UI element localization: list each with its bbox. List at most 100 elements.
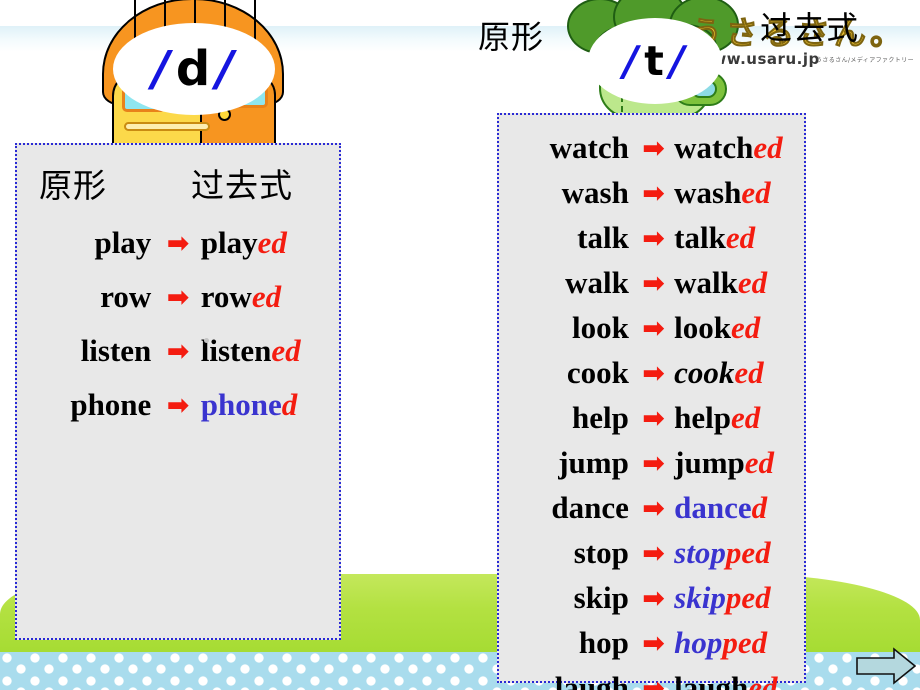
verb-base-form: help: [571, 400, 629, 435]
left-panel-column-headers: 原形 过去式: [17, 145, 339, 207]
verb-past-suffix: d: [281, 387, 298, 422]
left-verb-list: play ➡ played row ➡ rowed listen ➡ listened phone…: [17, 225, 339, 423]
verb-past-suffix: ed: [257, 225, 287, 260]
verb-past-form: rowed: [201, 279, 339, 315]
verb-past-stem: cook: [674, 355, 735, 390]
verb-past-stem: talk: [674, 220, 726, 255]
verb-past-suffix: ed: [753, 130, 783, 165]
phoneme-bubble-t: / t /: [588, 18, 722, 104]
verb-base-form: row: [100, 279, 152, 314]
right-arrow-icon: ➡: [642, 402, 665, 434]
verb-past-suffix: ed: [741, 175, 771, 210]
verb-base-form: cook: [566, 355, 629, 390]
verb-past-form: watched: [674, 130, 804, 166]
verb-base-form: skip: [573, 580, 629, 615]
verb-past-stem: stop: [674, 535, 726, 570]
right-arrow-icon: ➡: [642, 267, 665, 299]
verb-past-stem: skip: [674, 580, 726, 615]
right-arrow-icon: ➡: [642, 582, 665, 614]
verb-past-suffix: ed: [271, 333, 301, 368]
right-word-panel: watch ➡ watched wash ➡ washed talk ➡ talked walk ➡…: [497, 113, 806, 690]
verb-base-form: play: [94, 225, 152, 260]
verb-row: stop ➡ stopped: [499, 535, 804, 571]
right-arrow-icon: ➡: [642, 447, 665, 479]
watermark-credit: うさるさん/メディアファクトリー: [816, 57, 915, 64]
phoneme-letter: d: [175, 41, 213, 97]
verb-row: hop ➡ hopped: [499, 625, 804, 661]
verb-past-suffix: ed: [737, 265, 768, 300]
verb-past-suffix: ped: [725, 580, 771, 615]
verb-past-suffix: d: [751, 490, 768, 525]
verb-row: row ➡ rowed: [17, 279, 339, 315]
verb-past-stem: phone: [200, 387, 282, 422]
bus-bumper: [124, 122, 210, 131]
verb-row: help ➡ helped: [499, 400, 804, 436]
verb-past-form: stopped: [674, 535, 804, 571]
left-header-past-form: 过去式: [191, 166, 293, 205]
verb-past-suffix: ed: [748, 670, 778, 690]
verb-past-form: talked: [674, 220, 804, 256]
right-arrow-icon: ➡: [166, 335, 190, 367]
verb-base-form: hop: [578, 625, 629, 660]
left-header-base-form: 原形: [39, 166, 107, 205]
verb-base-form: dance: [551, 490, 629, 525]
verb-past-form: phoned: [201, 387, 339, 423]
verb-row: look ➡ looked: [499, 310, 804, 346]
verb-base-form: walk: [565, 265, 629, 300]
verb-row: jump ➡ jumped: [499, 445, 804, 481]
verb-row: talk ➡ talked: [499, 220, 804, 256]
verb-past-stem: listen: [200, 333, 272, 368]
verb-past-form: helped: [674, 400, 804, 436]
verb-row: wash ➡ washed: [499, 175, 804, 211]
verb-past-suffix: ed: [731, 400, 761, 435]
phoneme-bubble-d: / d /: [113, 23, 275, 115]
slash-right-icon: /: [216, 41, 236, 97]
slash-left-icon: /: [623, 37, 641, 85]
verb-past-form: looked: [674, 310, 804, 346]
verb-past-stem: play: [200, 225, 258, 260]
verb-past-stem: watch: [674, 130, 754, 165]
verb-past-stem: hop: [674, 625, 723, 660]
phoneme-letter: t: [644, 37, 666, 85]
right-arrow-icon: ➡: [642, 132, 665, 164]
verb-row: listen ➡ listened: [17, 333, 339, 369]
right-arrow-icon: ➡: [166, 227, 190, 259]
right-arrow-icon: ➡: [642, 672, 665, 690]
verb-past-form: skipped: [674, 580, 804, 616]
verb-row: laugh ➡ laughed: [499, 670, 804, 690]
verb-past-suffix: ped: [725, 535, 771, 570]
right-arrow-icon: ➡: [642, 222, 665, 254]
verb-row: walk ➡ walked: [499, 265, 804, 301]
verb-base-form: laugh: [554, 670, 629, 690]
verb-past-form: listened: [201, 333, 339, 369]
verb-base-form: phone: [70, 387, 152, 422]
verb-base-form: jump: [558, 445, 629, 480]
right-verb-list: watch ➡ watched wash ➡ washed talk ➡ talked walk ➡…: [499, 115, 804, 690]
verb-past-form: walked: [674, 265, 804, 301]
next-slide-arrow-icon[interactable]: [856, 646, 916, 686]
verb-base-form: talk: [577, 220, 629, 255]
verb-row: cook ➡ cooked: [499, 355, 804, 391]
decorative-dot: [204, 338, 209, 343]
verb-past-stem: laugh: [674, 670, 749, 690]
verb-past-stem: help: [674, 400, 732, 435]
verb-past-form: hopped: [674, 625, 804, 661]
slash-left-icon: /: [152, 41, 172, 97]
verb-past-suffix: ed: [251, 279, 282, 314]
verb-row: skip ➡ skipped: [499, 580, 804, 616]
verb-base-form: listen: [80, 333, 152, 368]
verb-past-form: laughed: [674, 670, 804, 690]
right-arrow-icon: ➡: [642, 312, 665, 344]
verb-past-suffix: ed: [725, 220, 756, 255]
verb-past-suffix: ed: [731, 310, 761, 345]
right-panel-base-form-heading: 原形: [478, 18, 545, 56]
verb-past-suffix: ed: [734, 355, 764, 390]
verb-past-stem: look: [674, 310, 732, 345]
right-arrow-icon: ➡: [642, 627, 665, 659]
verb-base-form: watch: [549, 130, 629, 165]
verb-row: dance ➡ danced: [499, 490, 804, 526]
verb-past-form: played: [201, 225, 339, 261]
left-word-panel: 原形 过去式 play ➡ played row ➡ rowed listen ➡ listen…: [15, 143, 341, 640]
verb-base-form: wash: [561, 175, 629, 210]
verb-past-stem: wash: [674, 175, 742, 210]
